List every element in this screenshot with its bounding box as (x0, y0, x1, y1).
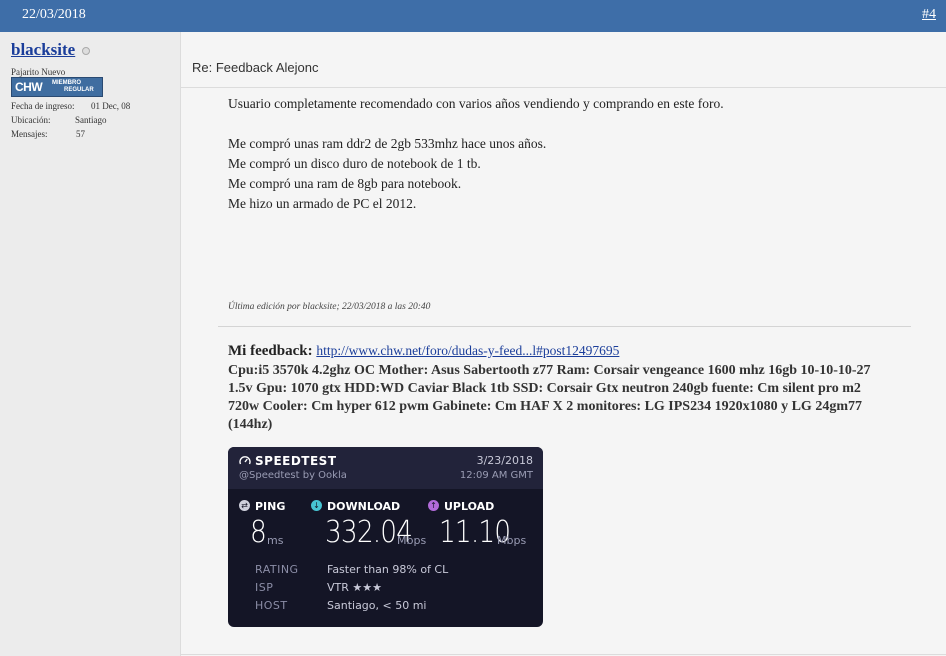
username-link[interactable]: blacksite (11, 40, 75, 60)
speedtest-byline: @Speedtest by Ookla (239, 470, 347, 481)
post-body-line: Me compró unas ram ddr2 de 2gb 533mhz ha… (228, 136, 547, 151)
upload-label: UPLOAD (444, 500, 495, 513)
host-label: HOST (255, 599, 288, 612)
host-value: Santiago, < 50 mi (327, 599, 427, 612)
ping-unit: ms (267, 534, 284, 547)
post-date: 22/03/2018 (22, 7, 86, 22)
rank-badge: CHW MIEMBRO REGULAR (11, 77, 103, 97)
last-edit-note: Última edición por blacksite; 22/03/2018… (228, 302, 431, 312)
download-icon: ↓ (311, 500, 322, 511)
post-content: Re: Feedback Alejonc Usuario completamen… (181, 32, 946, 656)
signature-divider (218, 326, 911, 327)
feedback-link[interactable]: http://www.chw.net/foro/dudas-y-feed...l… (316, 343, 619, 358)
upload-unit: Mbps (497, 534, 527, 547)
ping-label: PING (255, 500, 286, 513)
post-title: Re: Feedback Alejonc (192, 60, 319, 75)
stat-value: 57 (76, 129, 85, 139)
signature-heading: Mi feedback: (228, 343, 313, 359)
post-bottom-divider (181, 654, 946, 655)
isp-value: VTR ★★★ (327, 581, 382, 594)
post-number-link[interactable]: #4 (922, 7, 936, 23)
post-header-bar: 22/03/2018 #4 (0, 0, 946, 32)
speedtest-gauge-icon (239, 456, 251, 465)
isp-label: ISP (255, 581, 274, 594)
rank-badge-line2: REGULAR (64, 87, 94, 93)
rating-value: Faster than 98% of CL (327, 563, 449, 576)
stat-label: Fecha de ingreso: (11, 101, 75, 111)
post-body-line: Me compró un disco duro de notebook de 1… (228, 156, 481, 171)
speedtest-time: 12:09 AM GMT (459, 470, 533, 481)
rank-badge-logo: CHW (15, 80, 43, 94)
post-body-line: Me compró una ram de 8gb para notebook. (228, 176, 462, 191)
speedtest-header: SPEEDTEST @Speedtest by Ookla 3/23/2018 … (228, 447, 543, 489)
download-unit: Mbps (397, 534, 427, 547)
stat-value: Santiago (75, 115, 107, 125)
rating-label: RATING (255, 563, 299, 576)
speedtest-date: 3/23/2018 (476, 454, 533, 467)
stat-label: Ubicación: (11, 115, 51, 125)
upload-icon: ↑ (428, 500, 439, 511)
ping-icon: ⇄ (239, 500, 250, 511)
speedtest-brand: SPEEDTEST (255, 454, 337, 468)
rank-badge-line1: MIEMBRO (52, 80, 81, 86)
stat-value: 01 Dec, 08 (91, 101, 131, 111)
signature-heading-row: Mi feedback: http://www.chw.net/foro/dud… (228, 343, 619, 360)
signature-specs: Cpu:i5 3570k 4.2ghz OC Mother: Asus Sabe… (228, 363, 871, 432)
user-title: Pajarito Nuevo (11, 67, 66, 77)
post-body-line: Me hizo un armado de PC el 2012. (228, 196, 417, 211)
stat-label: Mensajes: (11, 129, 48, 139)
speedtest-result-image[interactable]: SPEEDTEST @Speedtest by Ookla 3/23/2018 … (228, 447, 543, 627)
download-label: DOWNLOAD (327, 500, 401, 513)
title-divider (181, 87, 946, 88)
ping-value: 8 (250, 515, 267, 550)
post-body-line: Usuario completamente recomendado con va… (228, 96, 724, 111)
offline-status-icon (82, 47, 90, 55)
user-info-panel: blacksite Pajarito Nuevo CHW MIEMBRO REG… (0, 32, 181, 656)
